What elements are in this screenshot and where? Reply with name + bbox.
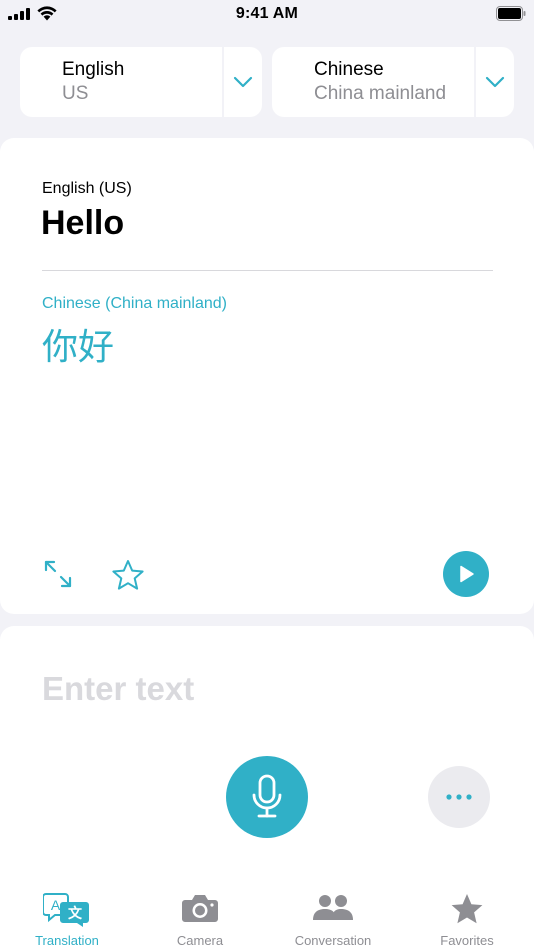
source-language-selector[interactable]: English US (20, 47, 262, 117)
ellipsis-icon (446, 794, 472, 800)
tab-label: Conversation (294, 933, 372, 948)
conversation-icon (313, 895, 353, 920)
target-language-label: Chinese (China mainland) (42, 295, 227, 312)
tab-bar: A 文 Translation Camera Conversation Favo… (0, 886, 534, 950)
translation-result-card: English (US) Hello Chinese (China mainla… (0, 138, 534, 614)
translate-screen: 9:41 AM English US Chinese China mainlan… (0, 0, 534, 950)
source-language-name: English (62, 59, 125, 80)
tab-label: Translation (35, 933, 99, 948)
text-input[interactable] (42, 670, 442, 708)
microphone-button[interactable] (226, 756, 308, 838)
microphone-icon (252, 774, 282, 818)
chevron-down-icon (233, 76, 253, 88)
translated-text[interactable]: 你好 (42, 318, 114, 370)
translation-icon: A 文 (43, 893, 89, 927)
status-bar: 9:41 AM (0, 0, 534, 30)
tab-camera[interactable]: Camera (145, 886, 255, 950)
result-divider (42, 270, 493, 271)
source-language-dropdown-button[interactable] (224, 47, 262, 117)
camera-icon (182, 895, 218, 922)
tab-translation[interactable]: A 文 Translation (12, 886, 122, 950)
source-text[interactable]: Hello (41, 204, 124, 243)
star-outline-icon (112, 560, 144, 590)
more-options-button[interactable] (428, 766, 490, 828)
battery-icon (496, 6, 526, 21)
svg-text:文: 文 (68, 905, 83, 922)
tab-label: Favorites (440, 933, 494, 948)
target-language-region: China mainland (314, 83, 447, 104)
favorites-star-icon (451, 894, 483, 924)
tab-favorites[interactable]: Favorites (412, 886, 522, 950)
source-language-label: English (US) (42, 180, 132, 197)
tab-label: Camera (176, 933, 224, 948)
svg-text:A: A (51, 897, 61, 913)
target-language-selector[interactable]: Chinese China mainland (272, 47, 514, 117)
status-time: 9:41 AM (235, 5, 299, 22)
target-language-name: Chinese (314, 59, 384, 80)
expand-fullscreen-button[interactable] (42, 558, 74, 590)
play-icon (460, 565, 474, 583)
source-language-region: US (62, 83, 89, 104)
chevron-down-icon (485, 76, 505, 88)
expand-arrows-icon (44, 560, 72, 588)
play-translation-button[interactable] (443, 551, 489, 597)
target-language-dropdown-button[interactable] (476, 47, 514, 117)
add-favorite-button[interactable] (110, 558, 146, 592)
tab-conversation[interactable]: Conversation (278, 886, 388, 950)
